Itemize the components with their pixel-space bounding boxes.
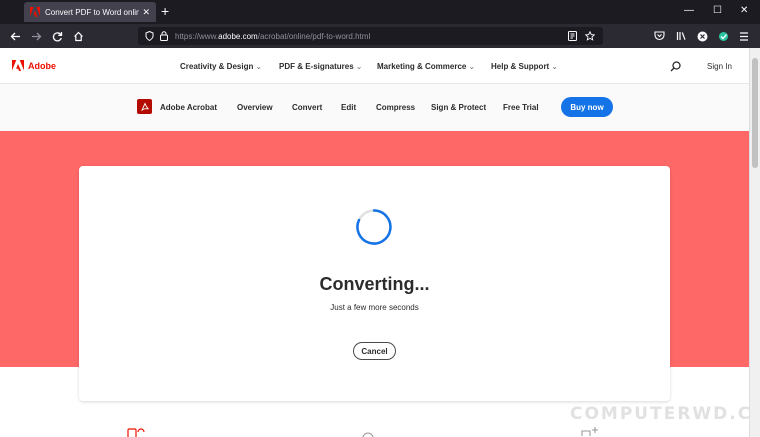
arrow-left-icon (10, 32, 20, 40)
chevron-down-icon: ⌄ (468, 62, 476, 71)
reload-icon (52, 31, 62, 41)
buy-now-button[interactable]: Buy now (561, 97, 613, 117)
pocket-icon (653, 31, 665, 41)
extension-icon (718, 31, 728, 41)
home-button[interactable] (70, 28, 86, 44)
gnav-marketing-commerce[interactable]: Marketing & Commerce ⌄ (377, 62, 475, 71)
watermark-text: COMPUTERWD.COM (570, 404, 749, 424)
hamburger-menu-icon (740, 31, 748, 41)
bookmark-star-icon[interactable] (585, 31, 595, 41)
acrobat-local-nav: Adobe Acrobat Overview Convert Edit Comp… (0, 84, 749, 131)
forward-button[interactable] (28, 28, 44, 44)
scrollbar-thumb[interactable] (752, 58, 758, 168)
url-text[interactable]: https://www.adobe.com/acrobat/online/pdf… (175, 32, 370, 41)
maximize-button[interactable]: ☐ (713, 3, 722, 19)
extension-button[interactable] (715, 28, 731, 44)
converting-title: Converting... (319, 274, 430, 294)
chevron-down-icon: ⌄ (255, 62, 263, 71)
gnav-item-label: Help & Support (491, 62, 550, 71)
shield-icon[interactable] (145, 31, 154, 41)
converting-card: Converting... Just a few more seconds Ca… (79, 166, 670, 401)
pocket-button[interactable] (651, 28, 667, 44)
minimize-button[interactable]: — (684, 3, 694, 19)
lnav-edit[interactable]: Edit (341, 103, 356, 112)
sign-in-link[interactable]: Sign In (707, 62, 732, 71)
home-icon (73, 31, 83, 41)
gnav-item-label: Creativity & Design (180, 62, 254, 71)
chevron-down-icon: ⌄ (551, 62, 558, 71)
account-button[interactable] (694, 28, 710, 44)
lnav-convert[interactable]: Convert (292, 103, 322, 112)
url-prefix: https://www. (175, 31, 219, 41)
new-tab-button[interactable]: + (161, 3, 169, 19)
gnav-creativity-design[interactable]: Creativity & Design ⌄ (180, 62, 262, 71)
library-button[interactable] (673, 28, 689, 44)
browser-tab-strip: Convert PDF to Word online for ✕ + — ☐ ✕ (0, 0, 760, 24)
tab-title: Convert PDF to Word online for (45, 7, 140, 17)
converting-subtitle: Just a few more seconds (330, 303, 419, 312)
browser-tab-active[interactable]: Convert PDF to Word online for ✕ (24, 2, 156, 22)
reload-button[interactable] (49, 28, 65, 44)
loading-spinner-icon (356, 209, 392, 245)
lnav-compress[interactable]: Compress (376, 103, 415, 112)
reader-view-icon[interactable] (568, 31, 577, 41)
acrobat-logo-icon[interactable] (137, 99, 152, 114)
gnav-item-label: Marketing & Commerce (377, 62, 467, 71)
acrobat-mark-icon (140, 101, 149, 111)
tool-icon (362, 432, 374, 437)
sparkle-tool-icon (581, 427, 598, 436)
adobe-global-nav: Adobe Creativity & Design ⌄ PDF & E-signa… (0, 48, 749, 84)
lnav-overview[interactable]: Overview (237, 103, 273, 112)
url-path: /acrobat/online/pdf-to-word.html (257, 31, 371, 41)
browser-nav-bar: https://www.adobe.com/acrobat/online/pdf… (0, 24, 760, 48)
gnav-help-support[interactable]: Help & Support ⌄ (491, 62, 558, 71)
page-scrollbar[interactable] (749, 48, 760, 437)
back-button[interactable] (7, 28, 23, 44)
adobe-logo-icon (12, 60, 24, 71)
chevron-down-icon: ⌄ (355, 62, 363, 71)
window-close-button[interactable]: ✕ (740, 3, 748, 19)
library-icon (676, 32, 686, 40)
menu-button[interactable] (736, 28, 752, 44)
lock-icon[interactable] (160, 31, 168, 41)
web-page: Adobe Creativity & Design ⌄ PDF & E-signa… (0, 48, 749, 437)
lnav-free-trial[interactable]: Free Trial (503, 103, 539, 112)
tab-close-icon[interactable]: ✕ (142, 7, 150, 18)
gnav-pdf-esignatures[interactable]: PDF & E-signatures ⌄ (279, 62, 362, 71)
search-icon[interactable] (670, 61, 681, 72)
url-host: adobe.com (218, 31, 258, 41)
url-bar[interactable]: https://www.adobe.com/acrobat/online/pdf… (138, 27, 603, 45)
gnav-item-label: PDF & E-signatures (279, 62, 354, 71)
adobe-logo[interactable]: Adobe (12, 60, 56, 71)
lnav-sign-protect[interactable]: Sign & Protect (431, 103, 486, 112)
arrow-right-icon (31, 32, 41, 40)
cancel-button[interactable]: Cancel (353, 342, 396, 360)
acrobat-product-name[interactable]: Adobe Acrobat (160, 103, 217, 112)
pdf-tool-icon (127, 428, 145, 437)
account-icon (697, 31, 707, 41)
adobe-favicon-icon (30, 7, 40, 17)
adobe-wordmark: Adobe (28, 60, 56, 71)
